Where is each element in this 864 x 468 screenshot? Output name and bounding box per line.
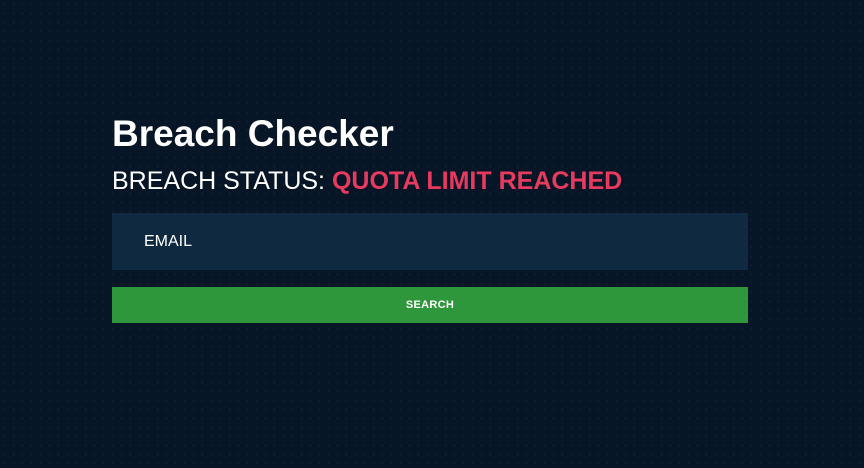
breach-checker-panel: Breach Checker BREACH STATUS: QUOTA LIMI… (112, 112, 748, 323)
breach-status: BREACH STATUS: QUOTA LIMIT REACHED (112, 166, 748, 196)
page-title: Breach Checker (112, 113, 394, 154)
search-button[interactable]: SEARCH (112, 287, 748, 323)
breach-status-label: BREACH STATUS: (112, 167, 325, 195)
breach-status-value: QUOTA LIMIT REACHED (331, 167, 623, 195)
email-field[interactable] (112, 213, 748, 270)
